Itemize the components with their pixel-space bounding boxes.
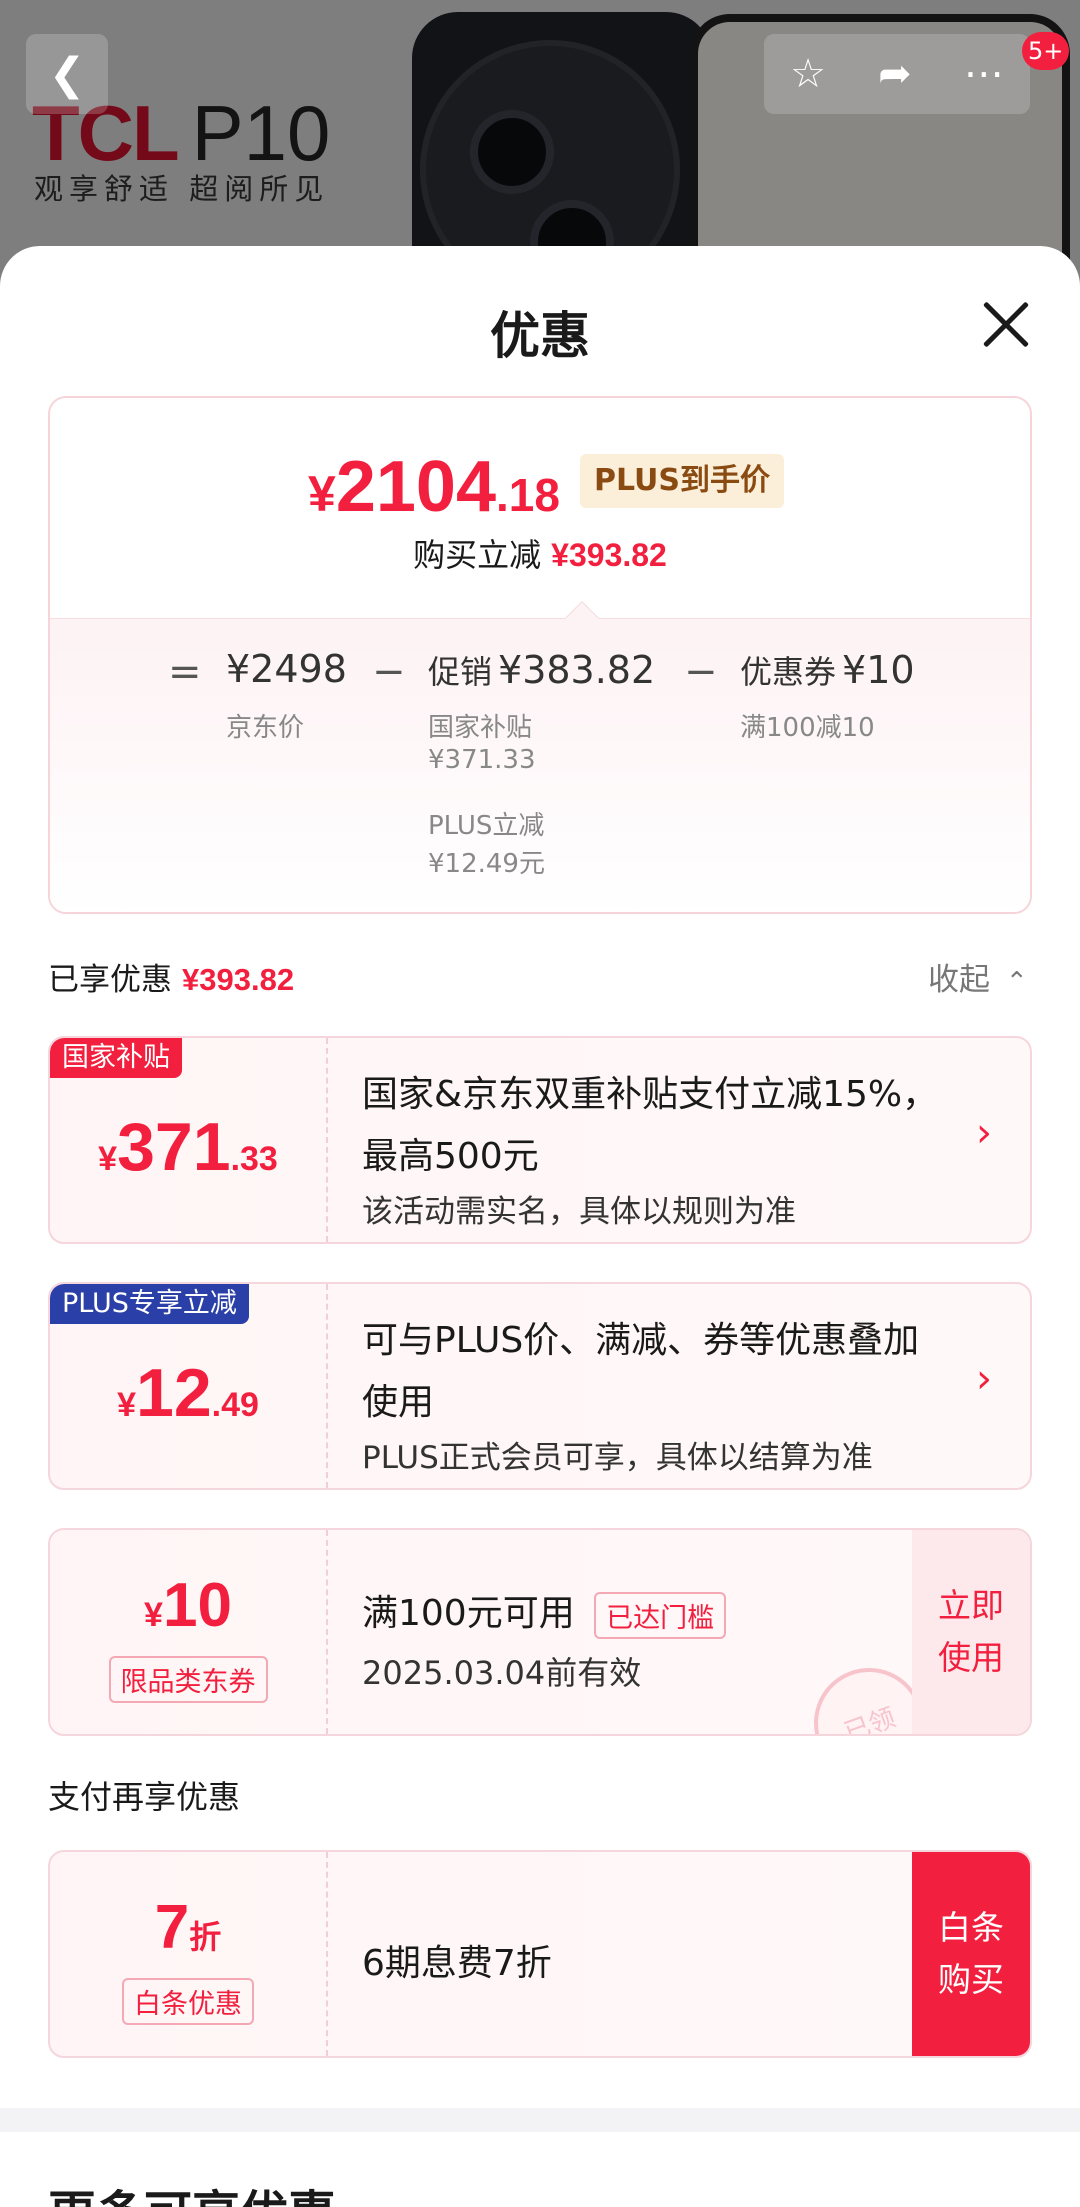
promo-sub-plus-amount: ¥12.49元 (428, 849, 545, 879)
use-coupon-button[interactable]: 立即使用 (912, 1530, 1030, 1734)
share-icon[interactable]: ➦ (878, 51, 912, 97)
card-divider (326, 1852, 328, 2056)
chevron-left-icon: ❮ (48, 48, 86, 100)
chevron-up-icon: ⌃ (1005, 967, 1028, 997)
jd-price: ¥2498 (226, 647, 347, 691)
coupon-condition: 满100减10 (740, 713, 875, 743)
equals-sign: = (168, 649, 202, 695)
coupon-amount: 优惠券 ¥10 (740, 648, 915, 692)
baitiao-description: 6期息费7折 (362, 1943, 552, 1984)
jd-price-label: 京东价 (226, 713, 305, 743)
chevron-right-icon[interactable]: › (976, 1110, 992, 1156)
discount-sheet: 优惠 ¥2104.18 PLUS到手价 购买立减 ¥393.82 = ¥2498 … (0, 246, 1080, 2207)
promo-sub-subsidy-amount: ¥371.33 (428, 745, 536, 775)
baitiao-discount: 7折 (154, 1893, 222, 1962)
more-icon[interactable]: ⋯ (964, 51, 1004, 97)
plus-description: 可与PLUS价、满减、券等优惠叠加使用 (362, 1320, 920, 1423)
subsidy-tag: 国家补贴 (50, 1038, 182, 1078)
plus-amount: ¥12.49 (117, 1355, 259, 1431)
plus-discount-card[interactable]: PLUS专享立减 ¥12.49 可与PLUS价、满减、券等优惠叠加使用 PLUS… (48, 1282, 1032, 1490)
section-separator (0, 2108, 1080, 2132)
top-action-bar: ☆ ➦ ⋯ (764, 34, 1030, 114)
coupon-value: ¥10 (144, 1571, 232, 1640)
coupon-validity: 2025.03.04前有效 (362, 1654, 642, 1692)
promo-sub-plus-label: PLUS立减 (428, 811, 545, 841)
sheet-title: 优惠 (490, 307, 590, 365)
minus-sign: − (372, 649, 406, 695)
notification-badge: 5+ (1022, 32, 1070, 70)
payment-section-title: 支付再享优惠 (48, 1778, 241, 1816)
promo-amount: 促销 ¥383.82 (428, 648, 656, 692)
plus-price-tag: PLUS到手价 (580, 454, 785, 508)
price-summary-card: ¥2104.18 PLUS到手价 购买立减 ¥393.82 = ¥2498 京东价… (48, 396, 1032, 914)
chevron-right-icon[interactable]: › (976, 1356, 992, 1402)
plus-tag: PLUS专享立减 (50, 1284, 249, 1324)
card-divider (326, 1284, 328, 1488)
threshold-met-badge: 已达门槛 (594, 1591, 727, 1639)
coupon-condition-text: 满100元可用 已达门槛 (362, 1584, 727, 1639)
favorite-star-icon[interactable]: ☆ (790, 51, 826, 97)
subsidy-amount: ¥371.33 (98, 1109, 278, 1185)
close-icon[interactable] (976, 296, 1032, 352)
enjoyed-discount: 已享优惠 ¥393.82 (48, 962, 295, 998)
price-breakdown: = ¥2498 京东价 − 促销 ¥383.82 国家补贴 ¥371.33 PLU… (50, 618, 1030, 912)
final-price: ¥2104.18 (308, 447, 560, 527)
coupon-type-label: 限品类东券 (108, 1656, 268, 1703)
plus-note: PLUS正式会员可享，具体以结算为准 (362, 1440, 873, 1476)
subsidy-description: 国家&京东双重补贴支付立减15%，最高500元 (362, 1074, 939, 1177)
more-discounts-title: 更多可享优惠 (48, 2174, 336, 2207)
minus-sign: − (684, 649, 718, 695)
back-button[interactable]: ❮ (26, 34, 108, 114)
baitiao-card: 7折 白条优惠 6期息费7折 白条购买 (48, 1850, 1032, 2058)
coupon-card: ¥10 限品类东券 满100元可用 已达门槛 2025.03.04前有效 已领 … (48, 1528, 1032, 1736)
baitiao-type-label: 白条优惠 (122, 1978, 254, 2025)
subsidy-note: 该活动需实名，具体以规则为准 (362, 1194, 796, 1230)
subsidy-discount-card[interactable]: 国家补贴 ¥371.33 国家&京东双重补贴支付立减15%，最高500元 该活动… (48, 1036, 1032, 1244)
card-divider (326, 1038, 328, 1242)
card-divider (326, 1530, 328, 1734)
baitiao-buy-button[interactable]: 白条购买 (912, 1852, 1030, 2056)
collapse-button[interactable]: 收起 ⌃ (928, 954, 1028, 999)
purchase-reduction: 购买立减 ¥393.82 (413, 536, 667, 574)
promo-sub-subsidy-label: 国家补贴 (428, 713, 533, 743)
